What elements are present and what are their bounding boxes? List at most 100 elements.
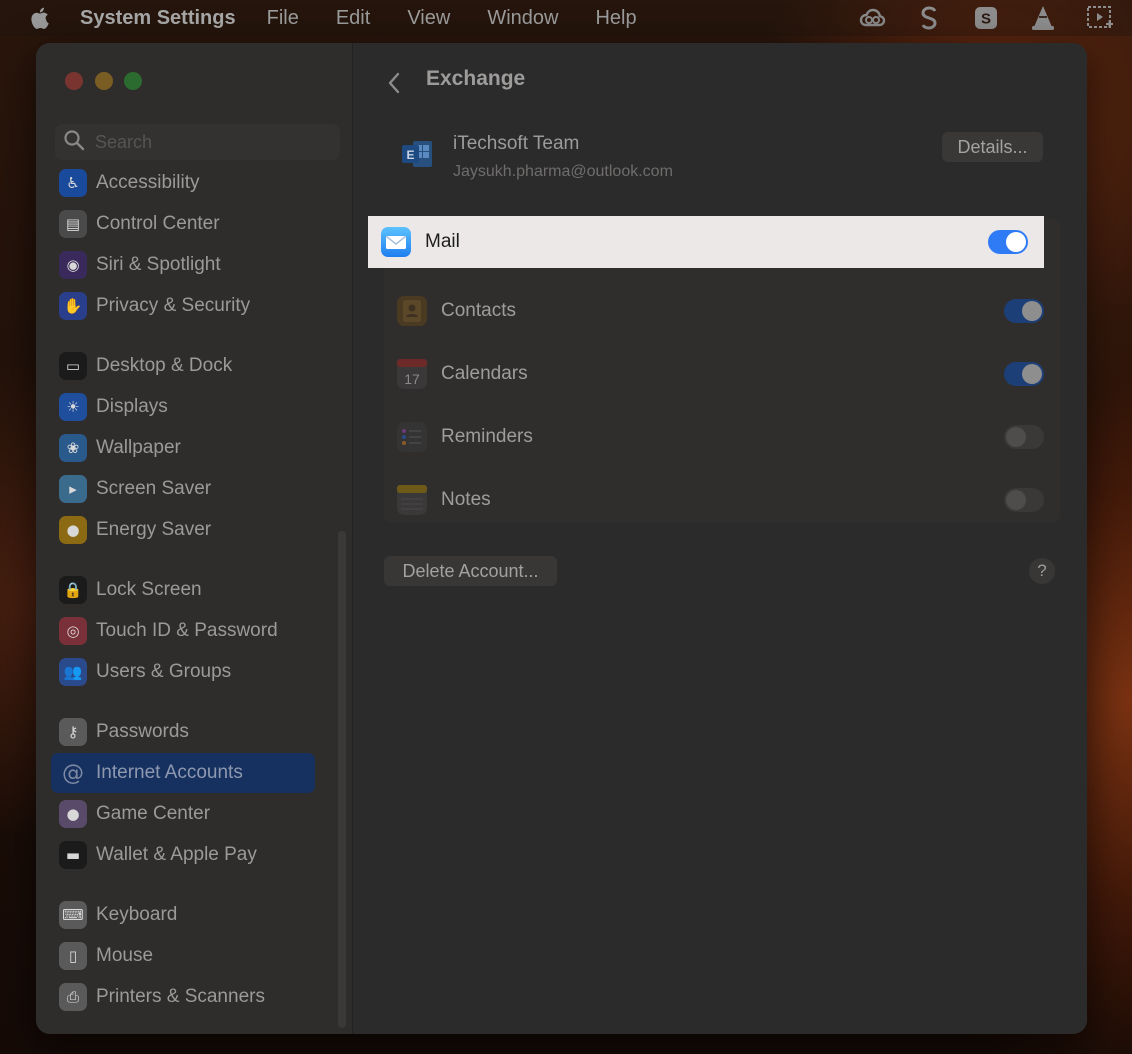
sidebar-item-control-center[interactable]: ▤ Control Center [51,204,315,244]
service-row-calendars: 17 Calendars [384,348,1060,400]
screenshot-icon[interactable] [1086,4,1114,32]
service-row-mail: Mail [368,216,1044,268]
sidebar-item-passwords[interactable]: ⚷ Passwords [51,712,315,752]
content-pane: Exchange E iTechsoft Team Jaysukh.pharma… [354,43,1087,1034]
exchange-icon: E [400,137,434,171]
menu-help[interactable]: Help [595,7,636,30]
siri-icon: ◉ [59,251,87,279]
menu-app-name[interactable]: System Settings [80,7,236,30]
mail-icon [381,227,411,257]
service-row-reminders: Reminders [384,411,1060,463]
delete-account-button[interactable]: Delete Account... [384,556,557,586]
sidebar-item-screen-saver[interactable]: ▸ Screen Saver [51,469,315,509]
service-label: Calendars [441,363,528,384]
menu-file[interactable]: File [267,7,299,30]
back-button[interactable] [384,69,404,97]
at-icon: @ [62,760,84,786]
accessibility-icon: ♿ [59,169,87,197]
scrivener-icon[interactable] [915,4,943,32]
menu-bar: System Settings File Edit View Window He… [0,0,1132,36]
creative-cloud-icon[interactable] [858,4,886,32]
toggle-reminders[interactable] [1004,425,1044,449]
sidebar-item-label: Siri & Spotlight [96,254,221,275]
toggle-notes[interactable] [1004,488,1044,512]
sidebar-item-game-center[interactable]: ● Game Center [51,794,315,834]
sidebar: ♿ Accessibility ▤ Control Center ◉ Siri & Spo… [36,43,353,1034]
menu-view[interactable]: View [407,7,450,30]
fingerprint-icon: ◎ [59,617,87,645]
settings-window: ♿ Accessibility ▤ Control Center ◉ Siri & Spo… [36,43,1087,1034]
sidebar-item-label: Touch ID & Password [96,620,278,641]
users-icon: 👥 [59,658,87,686]
vlc-icon[interactable] [1029,4,1057,32]
page-title: Exchange [426,67,526,90]
wallpaper-icon: ❀ [59,434,87,462]
help-button[interactable]: ? [1029,558,1055,584]
sidebar-item-label: Wallpaper [96,437,181,458]
toggle-calendars[interactable] [1004,362,1044,386]
service-row-contacts: Contacts [384,285,1060,337]
control-center-icon: ▤ [59,210,87,238]
service-row-notes: Notes [384,474,1060,526]
sidebar-item-label: Control Center [96,213,220,234]
minimize-window-button[interactable] [95,72,113,90]
sidebar-scrollbar[interactable] [338,531,346,1028]
wallet-icon: ▬ [59,841,87,869]
dock-icon: ▭ [59,352,87,380]
svg-text:17: 17 [404,371,420,387]
sidebar-item-energy-saver[interactable]: ● Energy Saver [51,510,315,550]
sidebar-item-privacy-security[interactable]: ✋ Privacy & Security [51,286,315,326]
sidebar-item-label: Printers & Scanners [96,986,265,1007]
bulb-icon: ● [59,516,87,544]
sidebar-item-label: Game Center [96,803,211,824]
skype-icon[interactable]: S [972,4,1000,32]
toggle-knob [1006,427,1026,447]
search-field[interactable] [55,124,340,160]
sidebar-item-touch-id-password[interactable]: ◎ Touch ID & Password [51,611,315,651]
details-button[interactable]: Details... [942,132,1043,162]
sidebar-item-label: Privacy & Security [96,295,251,316]
sidebar-item-label: Passwords [96,721,189,742]
menu-edit[interactable]: Edit [336,7,370,30]
search-icon [63,129,85,155]
close-window-button[interactable] [65,72,83,90]
toggle-knob [1022,364,1042,384]
sidebar-item-mouse[interactable]: ▯ Mouse [51,936,315,976]
sidebar-item-displays[interactable]: ☀ Displays [51,387,315,427]
toggle-contacts[interactable] [1004,299,1044,323]
sidebar-item-wallet-apple-pay[interactable]: ▬ Wallet & Apple Pay [51,835,315,875]
sidebar-item-label: Keyboard [96,904,178,925]
sidebar-item-lock-screen[interactable]: 🔒 Lock Screen [51,570,315,610]
sidebar-item-siri-spotlight[interactable]: ◉ Siri & Spotlight [51,245,315,285]
lock-icon: 🔒 [59,576,87,604]
services-list: Mail Contacts 17 Calendars Reminders Notes [368,216,1060,526]
toggle-knob [1006,490,1026,510]
sidebar-item-internet-accounts[interactable]: @ Internet Accounts [51,753,315,793]
zoom-window-button[interactable] [124,72,142,90]
sidebar-item-users-groups[interactable]: 👥 Users & Groups [51,652,315,692]
service-label: Contacts [441,300,516,321]
sidebar-item-label: Mouse [96,945,154,966]
svg-text:E: E [406,148,414,162]
key-icon: ⚷ [59,718,87,746]
toggle-knob [1006,232,1026,252]
sidebar-item-keyboard[interactable]: ⌨ Keyboard [51,895,315,935]
mouse-icon: ▯ [59,942,87,970]
sidebar-item-desktop-dock[interactable]: ▭ Desktop & Dock [51,346,315,386]
apple-menu-icon[interactable] [30,6,52,30]
sidebar-item-accessibility[interactable]: ♿ Accessibility [51,163,315,203]
notes-icon [397,485,427,515]
account-card: E iTechsoft Team Jaysukh.pharma@outlook.… [384,123,1060,191]
search-input[interactable] [95,131,325,153]
printer-icon: ⎙ [59,983,87,1011]
sidebar-item-printers-scanners[interactable]: ⎙ Printers & Scanners [51,977,315,1017]
menu-window[interactable]: Window [487,7,558,30]
service-label: Notes [441,489,491,510]
toggle-mail[interactable] [988,230,1028,254]
sidebar-item-label: Lock Screen [96,579,202,600]
svg-text:S: S [981,11,991,28]
sidebar-item-label: Internet Accounts [96,762,243,783]
sidebar-item-label: Wallet & Apple Pay [96,844,257,865]
contacts-icon [397,296,427,326]
sidebar-item-wallpaper[interactable]: ❀ Wallpaper [51,428,315,468]
